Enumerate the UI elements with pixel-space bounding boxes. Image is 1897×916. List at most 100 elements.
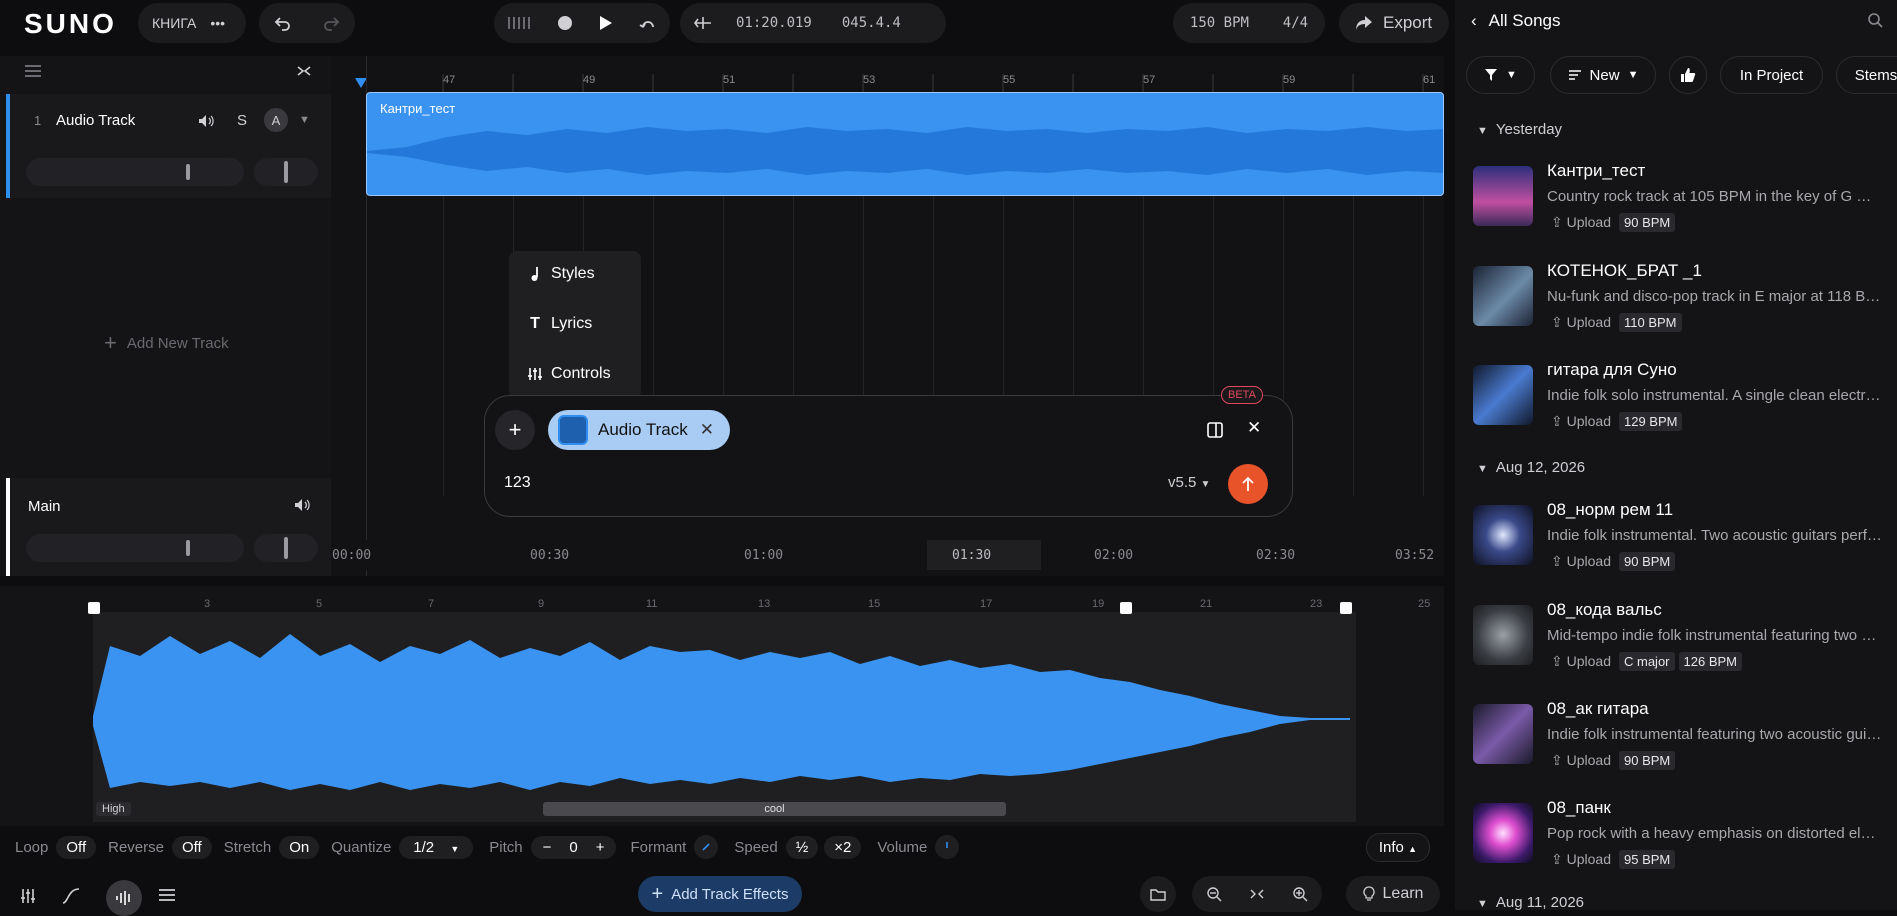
song-item[interactable]: 08_панк Pop rock with a heavy emphasis o… bbox=[1455, 795, 1897, 879]
formant-knob[interactable] bbox=[694, 835, 719, 859]
pan-handle[interactable] bbox=[284, 161, 288, 183]
prompt-input[interactable]: 123 bbox=[504, 474, 531, 492]
automation-button[interactable]: A bbox=[264, 108, 288, 132]
plus-icon[interactable]: + bbox=[596, 839, 605, 856]
menu-item-styles[interactable]: Styles bbox=[527, 265, 595, 283]
reverse-toggle[interactable]: Off bbox=[171, 835, 212, 859]
back-icon[interactable]: ‹ bbox=[1471, 11, 1477, 31]
quantize-select[interactable]: 1/2 ▼ bbox=[399, 835, 474, 859]
loop-end-handle[interactable] bbox=[1340, 602, 1352, 614]
play-icon[interactable] bbox=[599, 15, 613, 31]
menu-item-controls[interactable]: Controls bbox=[527, 365, 611, 383]
snap-icon[interactable] bbox=[694, 15, 712, 31]
song-item[interactable]: КОТЕНОК_БРАТ _1 Nu-funk and disco-pop tr… bbox=[1455, 258, 1897, 342]
model-select[interactable]: v5.5 ▼ bbox=[1168, 474, 1210, 491]
audio-track-chip[interactable]: Audio Track ✕ bbox=[548, 410, 730, 450]
volume-slider[interactable] bbox=[26, 158, 244, 186]
remove-chip-icon[interactable]: ✕ bbox=[700, 420, 714, 440]
bar-ruler[interactable]: 47 49 51 53 55 57 59 61 bbox=[331, 56, 1444, 92]
suno-logo[interactable]: SUNO bbox=[24, 8, 117, 40]
stems-filter[interactable]: Stems bbox=[1836, 56, 1897, 94]
speaker-icon[interactable] bbox=[294, 498, 310, 512]
pan-knob[interactable] bbox=[254, 158, 318, 186]
minus-icon[interactable]: − bbox=[543, 839, 552, 856]
loop-start-handle[interactable] bbox=[88, 602, 100, 614]
speed-double-button[interactable]: ×2 bbox=[824, 835, 862, 859]
section-label-high[interactable]: High bbox=[96, 802, 131, 816]
folder-icon[interactable] bbox=[1140, 876, 1176, 912]
editor-ruler-label: 23 bbox=[1310, 598, 1323, 610]
collapse-icon[interactable] bbox=[24, 64, 42, 78]
track-menu-icon[interactable]: ▼ bbox=[299, 114, 310, 126]
speed-half-button[interactable]: ½ bbox=[785, 835, 819, 859]
upload-label: ⇪ Upload bbox=[1551, 653, 1611, 669]
export-button[interactable]: Export bbox=[1339, 3, 1449, 43]
add-icon[interactable]: + bbox=[495, 410, 535, 450]
zoom-out-icon[interactable] bbox=[1206, 886, 1222, 902]
main-track-row[interactable]: Main bbox=[6, 478, 331, 576]
waveform-view-icon[interactable] bbox=[106, 880, 142, 916]
song-title: 08_кода вальс bbox=[1547, 600, 1662, 619]
add-track-effects-button[interactable]: + Add Track Effects bbox=[638, 876, 802, 912]
metronome-icon[interactable] bbox=[507, 16, 531, 30]
stretch-toggle[interactable]: On bbox=[279, 835, 320, 859]
all-songs-header[interactable]: ‹ All Songs bbox=[1471, 11, 1561, 31]
filter-button[interactable]: ▼ bbox=[1466, 56, 1535, 94]
song-cover bbox=[1473, 365, 1533, 425]
zoom-in-icon[interactable] bbox=[1292, 886, 1308, 902]
undo-icon[interactable] bbox=[274, 14, 292, 32]
section-header[interactable]: ▼ Aug 11, 2026 bbox=[1477, 894, 1584, 911]
pitch-stepper[interactable]: −0 + bbox=[530, 835, 617, 859]
song-description: Nu-funk and disco-pop track in E major a… bbox=[1547, 288, 1882, 305]
search-icon[interactable] bbox=[1867, 12, 1883, 28]
add-track-button[interactable]: + Add New Track bbox=[104, 330, 229, 356]
liked-filter-button[interactable] bbox=[1669, 56, 1707, 94]
clip-waveform bbox=[367, 127, 1443, 175]
song-item[interactable]: Кантри_тест Country rock track at 105 BP… bbox=[1455, 158, 1897, 242]
pan-handle[interactable] bbox=[284, 537, 288, 559]
song-item[interactable]: гитара для Суно Indie folk solo instrume… bbox=[1455, 357, 1897, 441]
song-item[interactable]: 08_ак гитара Indie folk instrumental fea… bbox=[1455, 696, 1897, 780]
panel-toggle-icon[interactable] bbox=[1207, 422, 1223, 438]
in-project-filter[interactable]: In Project bbox=[1720, 56, 1823, 94]
record-icon[interactable] bbox=[557, 15, 573, 31]
section-label-cool[interactable]: cool bbox=[543, 802, 1006, 816]
list-view-icon[interactable] bbox=[158, 888, 176, 902]
volume-handle[interactable] bbox=[186, 164, 190, 180]
section-header[interactable]: ▼ Aug 12, 2026 bbox=[1477, 459, 1585, 476]
info-button[interactable]: Info ▲ bbox=[1365, 832, 1430, 862]
loop-icon[interactable] bbox=[639, 15, 657, 31]
speaker-icon[interactable] bbox=[198, 114, 214, 128]
volume-handle[interactable] bbox=[186, 540, 190, 556]
automation-curve-icon[interactable] bbox=[62, 888, 80, 904]
marker-handle[interactable] bbox=[1120, 602, 1132, 614]
quantize-label: Quantize bbox=[331, 838, 392, 856]
fit-icon[interactable] bbox=[1250, 889, 1264, 899]
loop-toggle[interactable]: Off bbox=[56, 835, 97, 859]
volume-knob[interactable] bbox=[935, 835, 960, 859]
solo-button[interactable]: S bbox=[237, 112, 247, 129]
editor-canvas[interactable] bbox=[0, 586, 1444, 826]
generate-button[interactable] bbox=[1228, 464, 1268, 504]
mixer-icon[interactable] bbox=[20, 888, 36, 904]
main-pan-knob[interactable] bbox=[254, 534, 318, 562]
track-row[interactable]: 1 Audio Track S A ▼ bbox=[6, 94, 331, 198]
learn-button[interactable]: Learn bbox=[1346, 876, 1440, 912]
section-header[interactable]: ▼ Yesterday bbox=[1477, 121, 1562, 138]
sort-button[interactable]: New ▼ bbox=[1550, 56, 1656, 94]
shrink-icon[interactable] bbox=[296, 64, 312, 78]
close-icon[interactable]: ✕ bbox=[1247, 418, 1261, 438]
audio-clip[interactable]: Кантри_тест bbox=[366, 92, 1444, 196]
song-item[interactable]: 08_кода вальс Mid-tempo indie folk instr… bbox=[1455, 597, 1897, 681]
song-item[interactable]: 08_норм рем 11 Indie folk instrumental. … bbox=[1455, 497, 1897, 581]
project-menu[interactable]: КНИГА ••• bbox=[138, 3, 246, 43]
text-icon: T bbox=[530, 315, 540, 332]
time-readout: 01:20.019 bbox=[736, 15, 812, 31]
main-volume-slider[interactable] bbox=[26, 534, 244, 562]
time-overview-ruler[interactable]: 00:00 00:30 01:00 01:30 02:00 02:30 03:5… bbox=[331, 540, 1444, 570]
redo-icon[interactable] bbox=[322, 14, 340, 32]
menu-item-lyrics[interactable]: T Lyrics bbox=[527, 315, 592, 333]
arrangement-view[interactable]: 47 49 51 53 55 57 59 61 Кантри_тест 00:0… bbox=[331, 56, 1444, 576]
tempo-display[interactable]: 150 BPM 4/4 bbox=[1173, 3, 1325, 43]
track-name[interactable]: Audio Track bbox=[56, 112, 135, 129]
